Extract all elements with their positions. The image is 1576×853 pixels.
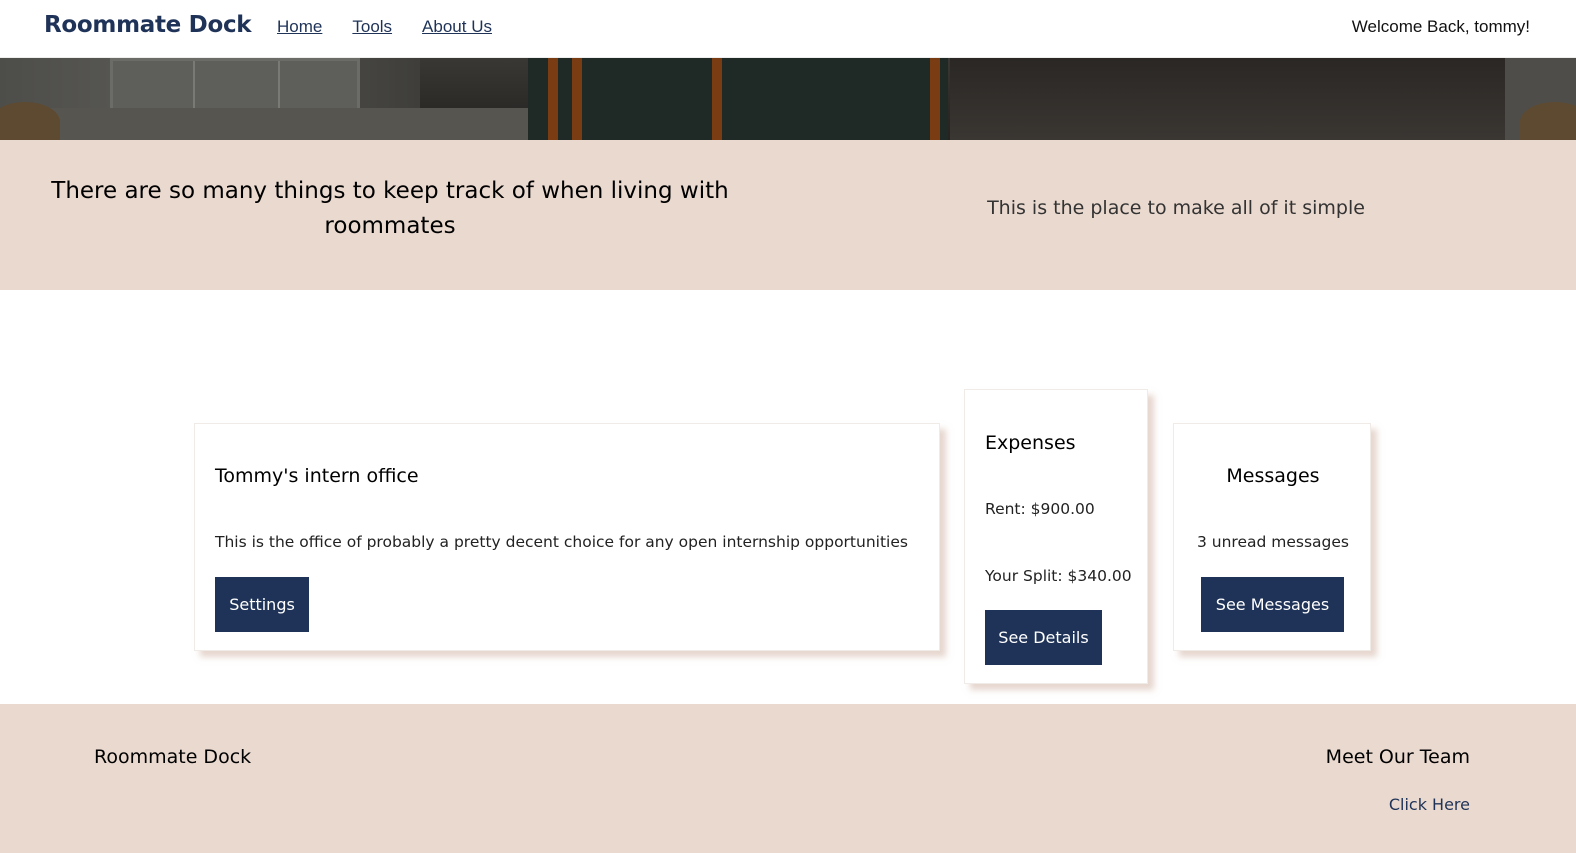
top-navbar: Roommate Dock Home Tools About Us Welcom… [0, 0, 1576, 58]
tagline-subheading: This is the place to make all of it simp… [987, 197, 1365, 219]
office-card-description: This is the office of probably a pretty … [215, 533, 908, 551]
brand-logo[interactable]: Roommate Dock [44, 12, 252, 38]
hero-rug [18, 108, 562, 140]
nav-link-about-us[interactable]: About Us [422, 17, 492, 37]
nav-link-home[interactable]: Home [277, 17, 322, 37]
footer: Roommate Dock Meet Our Team Click Here [0, 704, 1576, 853]
hero-image [0, 58, 1576, 140]
see-details-button[interactable]: See Details [985, 610, 1102, 665]
expenses-split: Your Split: $340.00 [985, 567, 1132, 585]
hero-chair [528, 58, 948, 140]
footer-brand: Roommate Dock [94, 746, 252, 768]
hero-basket [1520, 102, 1576, 140]
unread-messages-count: 3 unread messages [1196, 533, 1349, 551]
chair-leg [548, 58, 558, 140]
office-card: Tommy's intern office This is the office… [194, 423, 940, 651]
tagline-section: There are so many things to keep track o… [0, 140, 1576, 290]
hero-floor [950, 58, 1510, 140]
tagline-heading: There are so many things to keep track o… [51, 178, 729, 239]
nav-link-tools[interactable]: Tools [352, 17, 392, 37]
footer-team-heading: Meet Our Team [1325, 746, 1470, 768]
office-card-title: Tommy's intern office [215, 465, 419, 487]
nav-links: Home Tools About Us [277, 17, 492, 37]
expenses-rent: Rent: $900.00 [985, 500, 1095, 518]
see-messages-button[interactable]: See Messages [1201, 577, 1344, 632]
expenses-card-title: Expenses [985, 432, 1076, 454]
chair-leg [930, 58, 940, 140]
meet-team-link[interactable]: Click Here [1389, 795, 1470, 814]
expenses-card: Expenses Rent: $900.00 Your Split: $340.… [964, 389, 1148, 684]
messages-card: Messages 3 unread messages See Messages [1173, 423, 1371, 651]
chair-leg [712, 58, 722, 140]
chair-leg [572, 58, 582, 140]
welcome-message: Welcome Back, tommy! [1351, 17, 1530, 36]
settings-button[interactable]: Settings [215, 577, 309, 632]
messages-card-title: Messages [1226, 465, 1320, 487]
hero-basket [0, 102, 60, 140]
